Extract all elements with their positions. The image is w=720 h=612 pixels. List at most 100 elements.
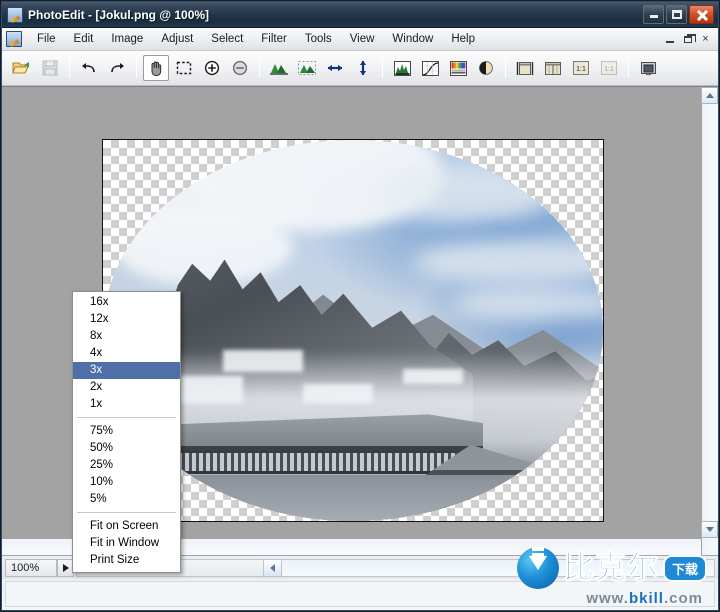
toolbar-separator [628,58,629,78]
window-title: PhotoEdit - [Jokul.png @ 100%] [28,8,209,22]
hand-icon [147,59,165,77]
undo-arrow-icon [79,60,99,76]
menu-window[interactable]: Window [383,30,442,48]
scroll-down-button[interactable] [701,521,718,538]
flip-vertical-button[interactable] [350,55,376,81]
open-folder-icon [12,59,32,77]
zoom-menu-item-50pct[interactable]: 50% [73,440,180,457]
menu-help[interactable]: Help [442,30,484,48]
zoom-context-menu[interactable]: 16x 12x 8x 4x 3x 2x 1x 75% 50% 25% 10% 5… [72,291,181,573]
close-button[interactable] [689,5,714,24]
maximize-icon [672,10,682,19]
window-controls [643,5,718,24]
mdi-window-controls: × [661,31,718,47]
svg-text:1:1: 1:1 [576,66,586,73]
zoom-menu-item-fit-on-screen[interactable]: Fit on Screen [73,518,180,535]
one-to-one-alt-icon: 1:1 [600,60,618,76]
zoom-level-display[interactable]: 100% [5,559,57,577]
toolbar-separator [505,58,506,78]
canvas-size-button[interactable] [294,55,320,81]
vertical-scrollbar[interactable] [701,87,718,555]
zoom-menu-item-75pct[interactable]: 75% [73,423,180,440]
triangle-right-icon [63,564,69,572]
maximize-button[interactable] [666,5,687,24]
menu-edit[interactable]: Edit [65,30,103,48]
curves-button[interactable] [417,55,443,81]
redo-arrow-icon [107,60,127,76]
arrow-left-icon [270,564,275,572]
arrows-horizontal-icon [325,61,345,75]
zoom-menu-item-16x[interactable]: 16x [73,294,180,311]
dashed-rectangle-icon [175,60,193,76]
zoom-menu-item-8x[interactable]: 8x [73,328,180,345]
menu-filter[interactable]: Filter [252,30,296,48]
curves-icon [421,60,440,77]
status-scroll-left-button[interactable] [263,559,282,577]
histogram-button[interactable] [389,55,415,81]
zoom-menu-separator [77,512,176,513]
tile-vertical-button[interactable] [512,55,538,81]
minimize-button[interactable] [643,5,664,24]
zoom-menu-item-print-size[interactable]: Print Size [73,552,180,569]
actual-pixels-button[interactable]: 1:1 [568,55,594,81]
half-circle-contrast-icon [477,59,495,77]
mdi-restore-button[interactable] [679,31,696,47]
menu-file[interactable]: File [28,30,65,48]
toolbar-separator [136,58,137,78]
zoom-menu-item-2x[interactable]: 2x [73,379,180,396]
arrow-down-icon [706,527,714,532]
document-icon [6,31,22,47]
full-screen-button[interactable] [635,55,661,81]
zoom-menu-item-10pct[interactable]: 10% [73,474,180,491]
scroll-up-button[interactable] [701,87,718,104]
zoom-menu-item-12x[interactable]: 12x [73,311,180,328]
mdi-minimize-button[interactable] [661,31,678,47]
zoom-menu-item-25pct[interactable]: 25% [73,457,180,474]
minimize-icon [650,15,658,18]
undo-button[interactable] [76,55,102,81]
color-balance-button[interactable] [445,55,471,81]
zoom-out-icon [231,59,249,77]
menu-select[interactable]: Select [202,30,252,48]
cloud [113,209,293,285]
zoom-menu-item-3x[interactable]: 3x [73,362,180,379]
svg-text:1:1: 1:1 [604,66,614,73]
app-icon [7,7,23,23]
zoom-menu-item-fit-in-window[interactable]: Fit in Window [73,535,180,552]
mdi-minimize-icon [666,41,674,43]
histogram-icon [393,60,412,77]
status-scroll-track-right [267,560,714,576]
fit-ratio-button[interactable]: 1:1 [596,55,622,81]
marquee-select-button[interactable] [171,55,197,81]
menu-image[interactable]: Image [102,30,152,48]
title-bar: PhotoEdit - [Jokul.png @ 100%] [2,2,718,28]
window-single-icon [516,60,534,77]
zoom-out-button[interactable] [227,55,253,81]
window-split-icon [544,60,562,77]
arrow-up-icon [706,93,714,98]
brightness-contrast-button[interactable] [473,55,499,81]
image-size-button[interactable] [266,55,292,81]
main-toolbar: 1:1 1:1 [2,51,718,86]
arrows-vertical-icon [356,58,370,78]
flip-horizontal-button[interactable] [322,55,348,81]
menu-tools[interactable]: Tools [296,30,341,48]
zoom-in-button[interactable] [199,55,225,81]
zoom-menu-item-5pct[interactable]: 5% [73,491,180,508]
menu-bar: File Edit Image Adjust Select Filter Too… [2,28,718,51]
zoom-menu-item-1x[interactable]: 1x [73,396,180,413]
cloud [383,163,553,224]
status-message-area [5,581,715,607]
pan-tool-button[interactable] [143,55,169,81]
mountain-canvas-icon [297,60,317,76]
zoom-menu-item-4x[interactable]: 4x [73,345,180,362]
photoedit-window: PhotoEdit - [Jokul.png @ 100%] File Edit… [0,0,720,612]
redo-button[interactable] [104,55,130,81]
menu-adjust[interactable]: Adjust [152,30,202,48]
toolbar-separator [69,58,70,78]
tile-horizontal-button[interactable] [540,55,566,81]
menu-view[interactable]: View [341,30,384,48]
save-button[interactable] [37,55,63,81]
open-button[interactable] [9,55,35,81]
mdi-close-button[interactable]: × [697,31,714,47]
